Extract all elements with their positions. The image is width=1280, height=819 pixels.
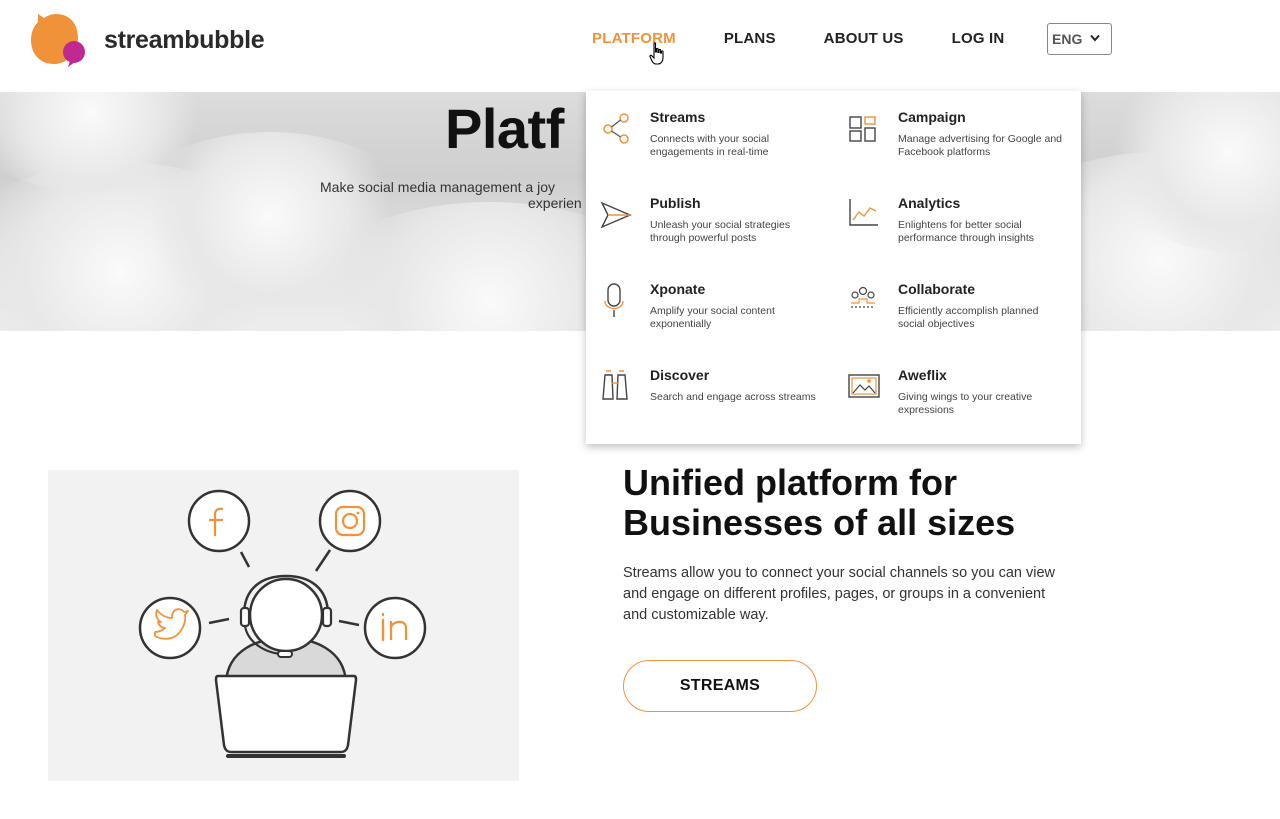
image-frame-icon [848, 374, 880, 398]
nav-log-in[interactable]: LOG IN [952, 30, 1005, 47]
menu-item-description: Efficiently accomplish planned social ob… [898, 305, 1039, 330]
menu-item-title: Streams [650, 109, 706, 125]
hero-subtitle-line2: experien [528, 195, 582, 211]
menu-item-title: Analytics [898, 195, 961, 211]
layout-grid-icon [849, 116, 876, 142]
menu-item-title: Xponate [650, 281, 706, 297]
menu-item-title: Aweflix [898, 367, 947, 383]
streams-illustration [48, 470, 519, 781]
menu-item-description: Manage advertising for Google and Facebo… [898, 133, 1063, 158]
nav-plans[interactable]: PLANS [724, 30, 776, 47]
chevron-down-icon [1090, 33, 1101, 45]
nav-about-us[interactable]: ABOUT US [824, 30, 904, 47]
binoculars-icon [602, 370, 628, 400]
brand-name: streambubble [104, 25, 265, 54]
feature-title: Unified platform for Businesses of all s… [623, 463, 1123, 543]
menu-item-description: Connects with your social engagements in… [650, 133, 770, 158]
logo[interactable]: streambubble [30, 12, 265, 68]
streams-button[interactable]: STREAMS [623, 660, 817, 712]
menu-item-title: Discover [650, 367, 710, 383]
language-value: ENG [1052, 31, 1083, 47]
microphone-icon [604, 283, 624, 317]
twitter-icon [138, 596, 202, 660]
menu-item-title: Campaign [898, 109, 966, 125]
hand-cursor-icon [649, 42, 664, 65]
share-icon [603, 113, 629, 144]
line-chart-icon [849, 199, 878, 226]
paper-plane-icon [600, 201, 632, 229]
platform-dropdown-menu: Streams Connects with your social engage… [586, 91, 1081, 444]
streambubble-logo-icon [31, 14, 85, 67]
facebook-icon [187, 489, 251, 553]
page-title: Platf [445, 97, 564, 160]
menu-item-title: Collaborate [898, 281, 976, 297]
menu-item-description: Amplify your social content exponentiall… [650, 305, 775, 330]
menu-item-description: Enlightens for better social performance… [898, 219, 1034, 244]
feature-title-line1: Unified platform for [623, 462, 957, 503]
menu-item-description: Giving wings to your creative expression… [898, 391, 1033, 416]
menu-item-description: Search and engage across streams [650, 391, 816, 403]
menu-item-title: Publish [650, 195, 701, 211]
menu-item-description: Unleash your social strategies through p… [650, 219, 791, 244]
instagram-icon [318, 489, 382, 553]
team-icon [851, 286, 875, 308]
linkedin-icon [363, 596, 427, 660]
language-select[interactable]: ENG [1047, 23, 1112, 55]
feature-description: Streams allow you to connect your social… [623, 565, 1055, 623]
site-header: streambubble PLATFORM PLANS ABOUT US LOG… [0, 0, 1280, 92]
feature-title-line2: Businesses of all sizes [623, 502, 1016, 543]
